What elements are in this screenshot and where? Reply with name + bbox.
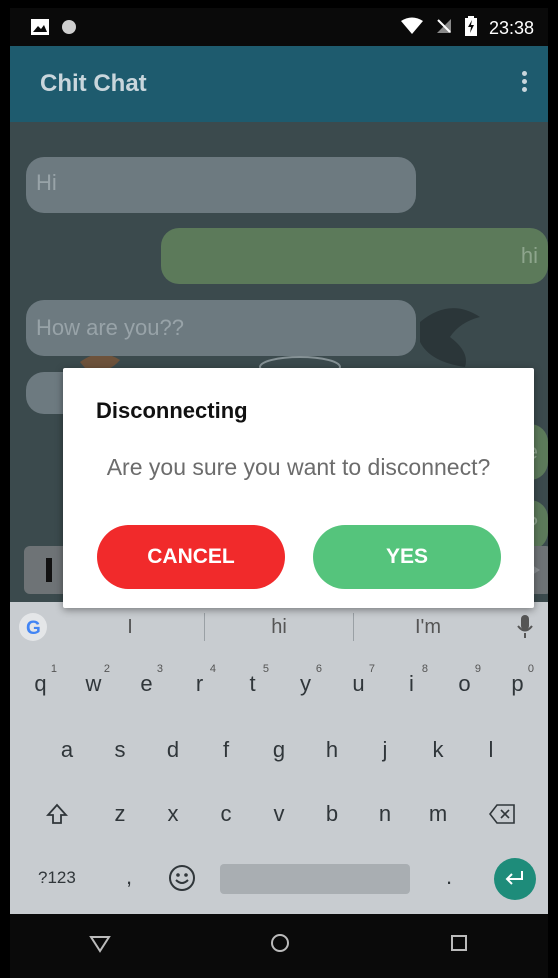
overflow-menu-icon[interactable] [512,68,536,100]
key[interactable]: v [253,788,306,840]
key[interactable]: h [306,724,359,776]
key[interactable]: e3 [120,658,173,710]
message-text: hi [520,243,538,268]
period-key[interactable]: . [446,864,452,890]
keyboard: G I hi I'm q1 w2 e3 r4 t5 y6 u7 i8 o9 p0… [10,602,548,914]
microphone-icon[interactable] [502,615,548,639]
recents-icon[interactable] [449,933,469,959]
circle-notification-icon [60,18,78,41]
key[interactable]: s [94,724,147,776]
key[interactable]: k [412,724,465,776]
key[interactable]: t5 [226,658,279,710]
key-row-2: a s d f g h j k l [10,724,548,776]
key[interactable]: q1 [14,658,67,710]
message-text: Hi [36,170,57,195]
comma-key[interactable]: , [126,864,132,890]
key[interactable]: x [147,788,200,840]
yes-button[interactable]: YES [313,525,501,589]
dialog-message: Are you sure you want to disconnect? [106,454,491,480]
space-bar[interactable] [220,864,410,894]
google-icon[interactable]: G [10,612,56,642]
backspace-icon[interactable] [465,788,539,840]
key[interactable]: p0 [491,658,544,710]
key-row-4: ?123 , . [10,850,548,906]
app-title: Chit Chat [40,70,147,97]
key-row-3: z x c v b n m [10,788,548,840]
suggestion-item[interactable]: hi [205,616,353,639]
key[interactable]: b [306,788,359,840]
enter-key[interactable] [494,858,536,900]
phone-screen: 23:38 Chit Chat ✦ ✦ ✦ ✦ Hi hi How are yo… [10,8,548,978]
key[interactable]: c [200,788,253,840]
key[interactable]: i8 [385,658,438,710]
home-icon[interactable] [269,932,291,960]
message-bubble[interactable]: How are you?? [26,300,416,356]
text-cursor [46,558,52,582]
status-bar: 23:38 [10,8,548,46]
message-text: How are you?? [36,315,184,340]
key[interactable]: g [253,724,306,776]
image-notification-icon [30,18,50,41]
key[interactable]: j [359,724,412,776]
emoji-icon[interactable] [168,864,196,897]
key[interactable]: o9 [438,658,491,710]
navigation-bar [10,914,548,978]
suggestion-item[interactable]: I [56,616,204,639]
suggestion-item[interactable]: I'm [354,616,502,639]
key[interactable]: y6 [279,658,332,710]
key[interactable]: w2 [67,658,120,710]
cancel-button[interactable]: CANCEL [97,525,285,589]
key[interactable]: r4 [173,658,226,710]
no-signal-icon [435,17,453,40]
key[interactable]: f [200,724,253,776]
suggestion-strip: G I hi I'm [10,602,548,652]
message-bubble[interactable]: Hi [26,157,416,213]
key[interactable]: n [359,788,412,840]
back-icon[interactable] [89,933,111,959]
app-bar: Chit Chat [10,46,548,122]
dialog-title: Disconnecting [96,398,248,423]
message-bubble[interactable]: hi [161,228,548,284]
status-time: 23:38 [488,18,534,38]
svg-text:G: G [26,618,41,639]
key[interactable]: u7 [332,658,385,710]
key[interactable]: a [41,724,94,776]
key[interactable]: m [412,788,465,840]
key[interactable]: z [94,788,147,840]
key-row-1: q1 w2 e3 r4 t5 y6 u7 i8 o9 p0 [10,658,548,710]
disconnect-dialog: Disconnecting Are you sure you want to d… [63,368,534,608]
shift-icon[interactable] [20,788,94,840]
key[interactable]: d [147,724,200,776]
symbols-key[interactable]: ?123 [38,868,76,888]
wifi-icon [400,17,423,40]
key[interactable]: l [465,724,518,776]
battery-charging-icon [464,16,477,41]
